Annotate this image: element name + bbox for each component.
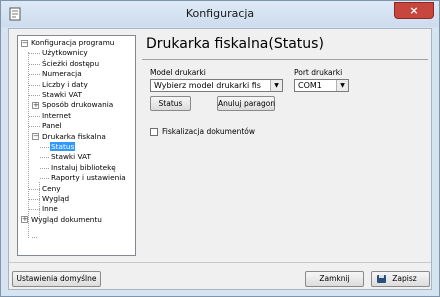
tree-item[interactable]: Instaluj bibliotekę — [50, 163, 117, 173]
tree-item-label: Raporty i ustawienia — [51, 173, 126, 183]
tree-item-label: Panel — [42, 121, 62, 131]
printer-port-select[interactable]: COM1 ▼ — [294, 79, 349, 92]
printer-port-label: Port drukarki — [294, 68, 343, 77]
page-title: Drukarka fiskalna(Status) — [146, 36, 324, 52]
tree-item-label: Drukarka fiskalna — [42, 131, 106, 141]
tree-item[interactable]: Sposób drukowania — [41, 100, 114, 110]
status-button[interactable]: Status — [150, 96, 191, 111]
expander-minus-icon[interactable]: − — [21, 39, 28, 47]
tree-item[interactable]: Wygląd dokumentu — [30, 215, 103, 225]
expander-plus-icon[interactable]: + — [32, 101, 39, 109]
tree-item-label: Wygląd dokumentu — [31, 214, 102, 224]
dropdown-arrow-icon[interactable]: ▼ — [270, 80, 282, 91]
tree-item-label: Numeracja — [42, 69, 82, 79]
tree-item-label: Ceny — [42, 183, 61, 193]
printer-model-label: Model drukarki — [150, 68, 206, 77]
expander-minus-icon[interactable]: − — [32, 133, 39, 141]
printer-model-select[interactable]: Wybierz model drukarki fis ▼ — [150, 79, 283, 92]
dropdown-arrow-icon[interactable]: ▼ — [336, 80, 348, 91]
config-tree[interactable]: Konfiguracja programu − Użytkownicy Ścieżki… — [17, 35, 136, 256]
printer-port-value: COM1 — [298, 81, 322, 90]
fiscalization-checkbox-label[interactable]: Fiskalizacja dokumentów — [162, 127, 255, 136]
tree-item[interactable]: Internet — [41, 111, 72, 121]
tree-item[interactable]: Drukarka fiskalna — [41, 132, 107, 142]
tree-item[interactable]: Stawki VAT — [41, 90, 83, 100]
tree-item[interactable]: Inne — [41, 204, 59, 214]
tree-item-label: Liczby i daty — [42, 79, 88, 89]
tree-item-label: Internet — [42, 110, 71, 120]
tree-item[interactable]: Liczby i daty — [41, 80, 89, 90]
tree-item[interactable]: Status — [50, 142, 76, 152]
tree-item-label: Użytkownicy — [42, 48, 88, 58]
tree-item-label: Status — [50, 142, 76, 151]
tree-item-label: Wygląd — [42, 194, 70, 203]
cancel-receipt-button[interactable]: Anuluj paragon — [217, 96, 275, 111]
tree-item-label: Sposób drukowania — [42, 100, 114, 110]
tree-item-label: Stawki VAT — [42, 90, 82, 99]
expander-plus-icon[interactable]: + — [21, 216, 28, 224]
window: Konfiguracja × Konfiguracja programu − Uży… — [0, 0, 440, 297]
heading-divider — [142, 59, 428, 60]
save-button[interactable]: Zapisz — [371, 271, 430, 287]
save-button-label: Zapisz — [392, 274, 417, 283]
dialog-body: Konfiguracja programu − Użytkownicy Ścieżki… — [8, 28, 432, 290]
fiscalization-checkbox[interactable] — [150, 128, 158, 136]
tree-item-label: Stawki VAT — [51, 152, 91, 162]
printer-model-value: Wybierz model drukarki fis — [154, 81, 261, 90]
footer-divider — [9, 262, 431, 263]
tree-item-label: Inne — [42, 204, 58, 214]
tree-item[interactable]: Konfiguracja programu — [30, 38, 115, 48]
tree-item[interactable]: Ścieżki dostępu — [41, 59, 100, 69]
tree-item[interactable]: Raporty i ustawienia — [50, 173, 127, 183]
tree-item[interactable]: Stawki VAT — [50, 152, 92, 162]
title-bar[interactable]: Konfiguracja × — [1, 1, 439, 27]
tree-item[interactable]: Panel — [41, 121, 63, 131]
tree-item-label: Konfiguracja programu — [31, 38, 115, 47]
save-icon — [377, 275, 386, 283]
tree-item-label: Instaluj bibliotekę — [51, 162, 116, 172]
defaults-button[interactable]: Ustawienia domyślne — [12, 271, 101, 287]
window-title: Konfiguracja — [185, 7, 255, 20]
tree-item[interactable]: Numeracja — [41, 69, 83, 79]
tree-item[interactable]: Ceny — [41, 184, 62, 194]
tree-item[interactable]: Wygląd — [41, 194, 70, 204]
close-button[interactable]: Zamknij — [305, 271, 364, 287]
tree-item[interactable]: Użytkownicy — [41, 48, 89, 58]
tree-item-label: Ścieżki dostępu — [42, 58, 100, 68]
close-icon[interactable]: × — [394, 2, 434, 19]
